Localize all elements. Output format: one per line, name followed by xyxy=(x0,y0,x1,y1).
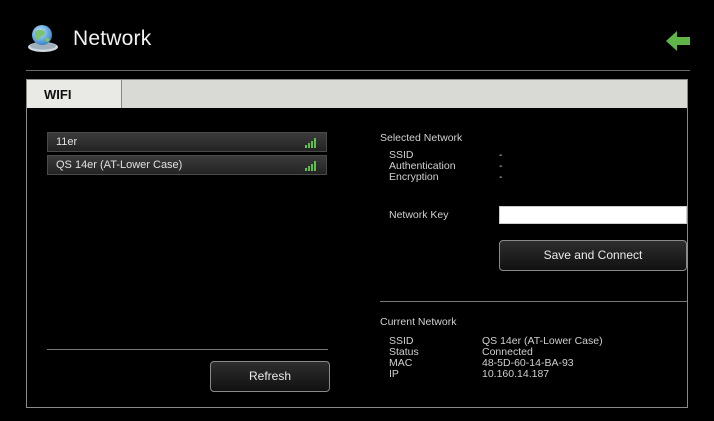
header-divider xyxy=(26,70,690,71)
back-arrow-icon[interactable] xyxy=(665,30,691,52)
network-key-label: Network Key xyxy=(389,209,449,221)
save-and-connect-button[interactable]: Save and Connect xyxy=(499,240,687,271)
selected-enc-label: Encryption xyxy=(389,171,439,183)
tab-bar: WIFI xyxy=(27,80,687,108)
network-ssid: QS 14er (AT-Lower Case) xyxy=(56,159,183,171)
section-divider xyxy=(380,301,687,302)
network-ssid: 11er xyxy=(56,136,78,148)
list-divider xyxy=(47,349,328,350)
tab-wifi[interactable]: WIFI xyxy=(27,80,122,108)
selected-enc-value: - xyxy=(499,171,503,183)
current-network-title: Current Network xyxy=(380,316,457,328)
list-item[interactable]: QS 14er (AT-Lower Case) xyxy=(47,155,327,175)
current-ip-label: IP xyxy=(389,368,399,380)
list-item[interactable]: 11er xyxy=(47,132,327,152)
network-panel: WIFI 11er QS 14er (AT-Lower Case) Refres… xyxy=(26,79,688,408)
refresh-button[interactable]: Refresh xyxy=(210,361,330,392)
header-bar: Network xyxy=(0,0,714,70)
signal-strength-icon xyxy=(305,161,319,171)
network-globe-icon xyxy=(28,25,58,52)
current-ip-value: 10.160.14.187 xyxy=(482,368,550,380)
page-title: Network xyxy=(73,27,152,50)
wifi-network-list: 11er QS 14er (AT-Lower Case) xyxy=(47,132,327,178)
signal-strength-icon xyxy=(305,138,319,148)
network-key-field[interactable] xyxy=(499,206,687,224)
selected-network-title: Selected Network xyxy=(380,132,463,144)
